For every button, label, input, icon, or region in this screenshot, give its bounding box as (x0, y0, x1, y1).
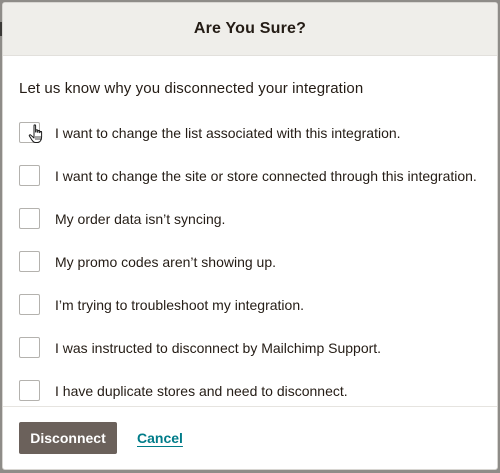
modal-title: Are You Sure? (193, 20, 307, 37)
reason-option-change-list[interactable]: I want to change the list associated wit… (19, 111, 481, 154)
reason-checkbox[interactable] (19, 165, 40, 186)
reason-checkbox[interactable] (19, 208, 40, 229)
modal-header: Are You Sure? (3, 3, 497, 56)
reason-option-promo-codes[interactable]: My promo codes aren’t showing up. (19, 240, 481, 283)
reason-label: I have duplicate stores and need to disc… (55, 382, 348, 399)
reason-label: My promo codes aren’t showing up. (55, 253, 276, 270)
reason-option-change-site[interactable]: I want to change the site or store conne… (19, 154, 481, 197)
reason-checkbox[interactable] (19, 294, 40, 315)
disconnect-modal: Are You Sure? Let us know why you discon… (2, 2, 498, 470)
reason-list: I want to change the list associated wit… (19, 111, 481, 412)
reason-label: I’m trying to troubleshoot my integratio… (55, 296, 305, 313)
disconnect-button[interactable]: Disconnect (19, 422, 117, 454)
reason-checkbox[interactable] (19, 251, 40, 272)
reason-label: My order data isn’t syncing. (55, 210, 226, 227)
reason-checkbox[interactable] (19, 337, 40, 358)
cancel-link[interactable]: Cancel (137, 430, 183, 446)
reason-option-order-data[interactable]: My order data isn’t syncing. (19, 197, 481, 240)
reason-checkbox[interactable] (19, 380, 40, 401)
reason-option-troubleshoot[interactable]: I’m trying to troubleshoot my integratio… (19, 283, 481, 326)
reason-label: I want to change the site or store conne… (55, 167, 477, 184)
reason-label: I was instructed to disconnect by Mailch… (55, 339, 382, 356)
question-text: Let us know why you disconnected your in… (19, 80, 364, 97)
modal-footer: Disconnect Cancel (3, 406, 497, 469)
modal-body: Let us know why you disconnected your in… (3, 56, 497, 412)
reason-label: I want to change the list associated wit… (55, 124, 401, 141)
reason-checkbox[interactable] (19, 122, 40, 143)
reason-option-support-instructed[interactable]: I was instructed to disconnect by Mailch… (19, 326, 481, 369)
